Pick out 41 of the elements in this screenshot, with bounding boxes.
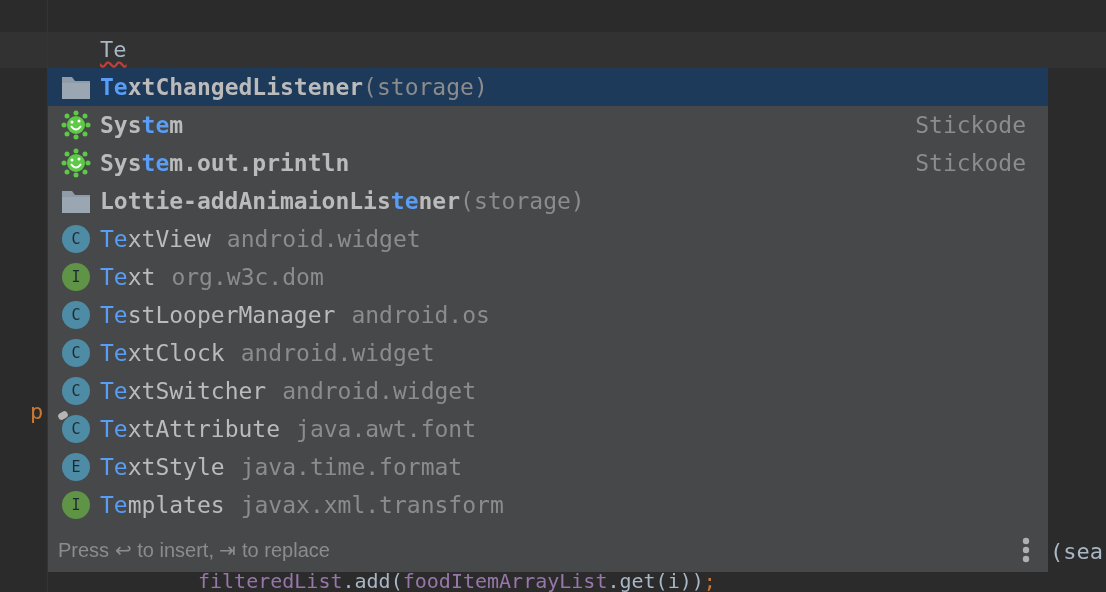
location-text: (storage) xyxy=(363,72,488,102)
class-icon: C xyxy=(61,414,91,444)
item-name: System xyxy=(100,110,184,140)
item-name: TextView xyxy=(100,224,211,254)
item-name: TextSwitcher xyxy=(100,376,267,406)
bug-icon xyxy=(61,110,91,140)
source-label: Stickode xyxy=(915,148,1026,178)
typed-text: Te xyxy=(100,36,127,64)
location-text: (storage) xyxy=(460,186,585,216)
package-name: java.awt.font xyxy=(296,414,477,444)
item-name: Lottie-addAnimaionListener xyxy=(100,186,461,216)
more-options-icon[interactable] xyxy=(1022,537,1030,563)
code-line: filteredList.add(foodItemArrayList.get(i)); xyxy=(198,571,716,592)
enum-icon: E xyxy=(61,452,91,482)
bug-icon xyxy=(61,148,91,178)
class-icon: C xyxy=(61,338,91,368)
package-name: org.w3c.dom xyxy=(171,262,324,292)
interface-icon: I xyxy=(61,262,91,292)
code-text: (sea xyxy=(1050,538,1103,566)
package-name: android.widget xyxy=(282,376,477,406)
item-name: TextStyle xyxy=(100,452,225,482)
class-icon: C xyxy=(61,224,91,254)
interface-icon: I xyxy=(61,490,91,520)
package-name: javax.xml.transform xyxy=(240,490,504,520)
package-name: android.widget xyxy=(226,224,421,254)
source-label: Stickode xyxy=(915,110,1026,140)
item-name: TestLooperManager xyxy=(100,300,336,330)
item-name: Templates xyxy=(100,490,225,520)
item-name: TextClock xyxy=(100,338,225,368)
code-text: p xyxy=(30,398,44,426)
class-icon: C xyxy=(61,300,91,330)
package-name: android.os xyxy=(351,300,490,330)
class-icon: C xyxy=(61,376,91,406)
package-name: android.widget xyxy=(240,338,435,368)
item-name: TextChangedListener xyxy=(100,72,364,102)
item-name: Text xyxy=(100,262,156,292)
item-name: TextAttribute xyxy=(100,414,281,444)
item-name: System.out.println xyxy=(100,148,350,178)
hint-text: Press ↩ to insert, ⇥ to replace xyxy=(58,538,330,563)
package-name: java.time.format xyxy=(240,452,463,482)
completion-item[interactable]: TextChangedListener(storage) xyxy=(48,68,1048,106)
